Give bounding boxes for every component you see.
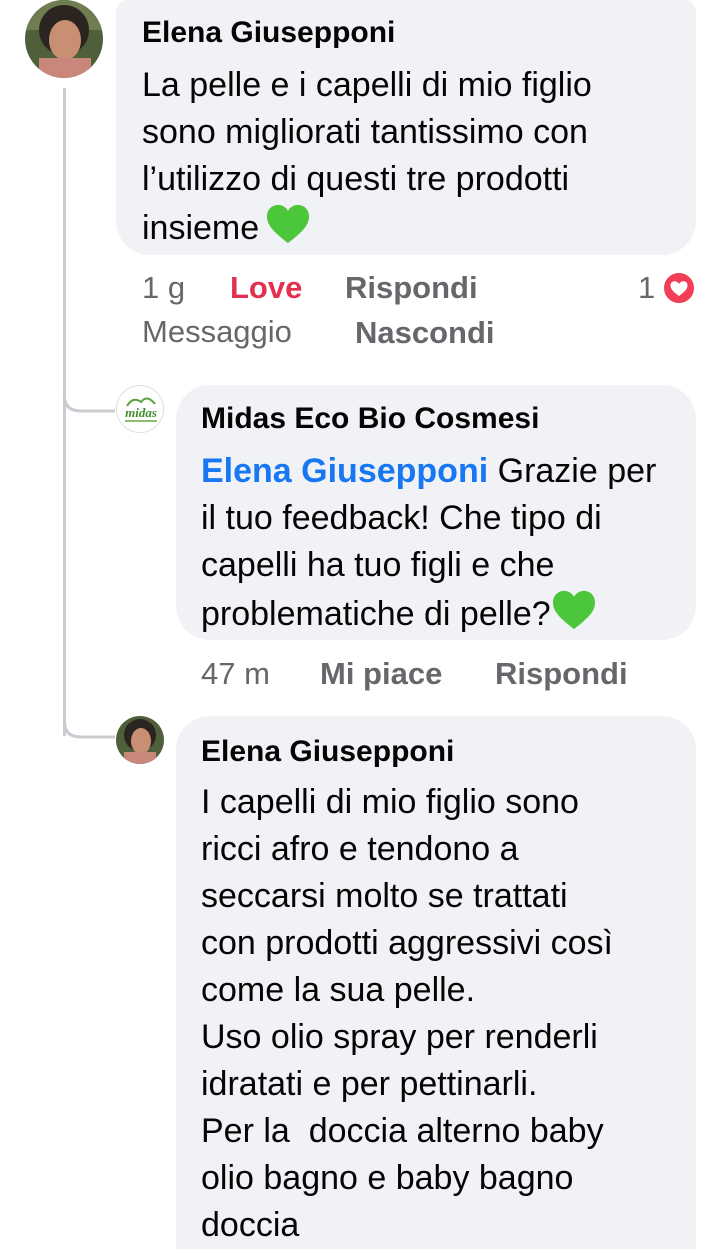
comment-text-line: problematiche di pelle? <box>201 589 672 644</box>
comment-bubble: Midas Eco Bio Cosmesi Elena Giusepponi G… <box>176 385 696 640</box>
comment-text-line: Elena Giusepponi Grazie per <box>201 448 672 495</box>
comment-text-line: La pelle e i capelli di mio figlio <box>142 66 592 104</box>
comment-author[interactable]: Elena Giusepponi <box>142 15 670 51</box>
comment-text-fragment: problematiche di pelle? <box>201 595 551 633</box>
comment-text-line: come la sua pelle. <box>201 971 476 1009</box>
comment-text-line: l’utilizzo di questi tre prodotti <box>142 160 570 198</box>
comment-bubble: Elena Giusepponi La pelle e i capelli di… <box>116 0 696 255</box>
comment-author[interactable]: Midas Eco Bio Cosmesi <box>201 401 672 437</box>
comment-bubble: Elena Giusepponi I capelli di mio figlio… <box>176 716 696 1249</box>
mention-link[interactable]: Elena Giusepponi <box>201 452 488 490</box>
comment-author[interactable]: Elena Giusepponi <box>201 734 672 770</box>
reaction-count[interactable]: 1 <box>638 270 655 306</box>
green-heart-icon <box>265 203 311 258</box>
like-button[interactable]: Mi piace <box>320 656 442 692</box>
comment-text-line: seccarsi molto se trattati <box>201 877 568 915</box>
comment-text-fragment: insieme <box>142 209 260 247</box>
midas-logo-text: midas <box>125 405 157 420</box>
reply-button[interactable]: Rispondi <box>495 656 628 692</box>
comment-text-line: con prodotti aggressivi così <box>201 924 613 962</box>
thread-branch-curve <box>63 706 115 739</box>
comment-text-line: olio bagno e baby bagno <box>201 1159 574 1197</box>
avatar[interactable] <box>116 716 164 764</box>
comment-text-line: ricci afro e tendono a <box>201 830 519 868</box>
green-heart-icon <box>551 589 597 644</box>
comment-time[interactable]: 1 g <box>142 270 185 306</box>
thread-branch-curve <box>63 380 115 413</box>
comment-text-line: I capelli di mio figlio sono <box>201 783 579 821</box>
comment-text-fragment: Grazie per <box>497 452 657 490</box>
hide-button[interactable]: Nascondi <box>355 315 495 351</box>
comment-text-line: doccia <box>201 1206 300 1244</box>
comment-time[interactable]: 47 m <box>201 656 270 692</box>
comment-text-line: insieme <box>142 203 670 258</box>
love-reaction-button[interactable]: Love <box>230 270 302 306</box>
comment-text-line: sono migliorati tantissimo con <box>142 113 588 151</box>
avatar[interactable] <box>25 0 103 78</box>
avatar[interactable]: midas <box>116 385 164 433</box>
comment-text-line: il tuo feedback! Che tipo di <box>201 499 602 537</box>
message-button[interactable]: Messaggio <box>142 314 292 350</box>
love-reaction-icon[interactable] <box>662 271 696 305</box>
comment-text-line: Uso olio spray per renderli <box>201 1018 598 1056</box>
reply-button[interactable]: Rispondi <box>345 270 478 306</box>
comment-text-line: Per la doccia alterno baby <box>201 1112 604 1150</box>
comment-text-line: idratati e per pettinarli. <box>201 1065 538 1103</box>
comment-text-line: capelli ha tuo figli e che <box>201 546 555 584</box>
